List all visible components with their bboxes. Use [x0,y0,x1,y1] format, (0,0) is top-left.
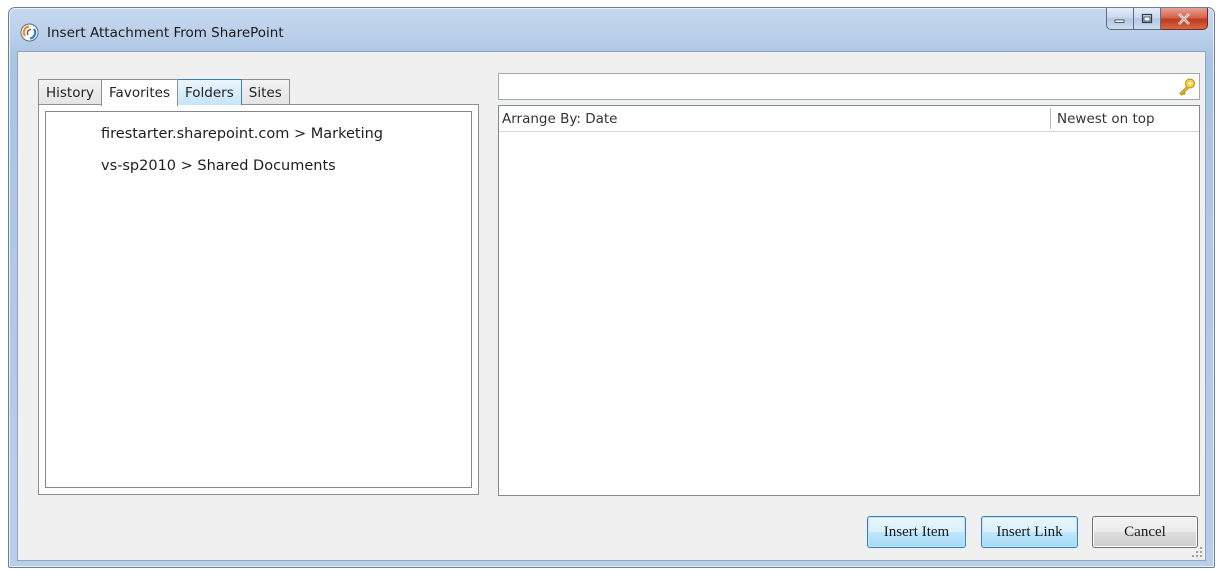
close-button[interactable] [1161,8,1208,30]
close-icon [1177,12,1191,25]
favorites-panel: firestarter.sharepoint.com > Marketing v… [38,104,479,495]
favorites-list[interactable]: firestarter.sharepoint.com > Marketing v… [45,111,472,488]
header-divider [1050,108,1051,129]
tab-strip: History Favorites Folders Sites [38,79,290,106]
dialog-window: Insert Attachment From SharePoint Histor… [8,7,1215,568]
tab-folders[interactable]: Folders [177,79,242,105]
window-controls [1106,8,1208,30]
favorite-item[interactable]: firestarter.sharepoint.com > Marketing [101,126,383,142]
dialog-content: History Favorites Folders Sites firestar… [17,51,1206,561]
maximize-icon [1141,13,1153,24]
tab-history[interactable]: History [38,79,103,105]
insert-link-button[interactable]: Insert Link [981,516,1078,548]
arrange-by-header[interactable]: Arrange By: Date [502,111,617,127]
minimize-button[interactable] [1106,8,1134,30]
resize-grip-icon[interactable] [1191,546,1203,558]
title-bar[interactable]: Insert Attachment From SharePoint [9,8,1214,52]
favorite-item[interactable]: vs-sp2010 > Shared Documents [101,158,336,174]
window-title: Insert Attachment From SharePoint [47,25,284,41]
cancel-button[interactable]: Cancel [1092,516,1198,548]
results-header: Arrange By: Date Newest on top [499,106,1199,132]
sort-order-header[interactable]: Newest on top [1057,111,1155,127]
tab-sites[interactable]: Sites [240,79,290,105]
sharepoint-app-icon [20,23,39,42]
results-list[interactable]: Arrange By: Date Newest on top [498,105,1200,496]
maximize-button[interactable] [1134,8,1161,30]
minimize-icon [1114,15,1126,23]
search-key-icon[interactable] [1177,77,1197,97]
tab-favorites[interactable]: Favorites [101,79,179,106]
search-input[interactable] [498,73,1200,100]
insert-item-button[interactable]: Insert Item [867,516,966,548]
